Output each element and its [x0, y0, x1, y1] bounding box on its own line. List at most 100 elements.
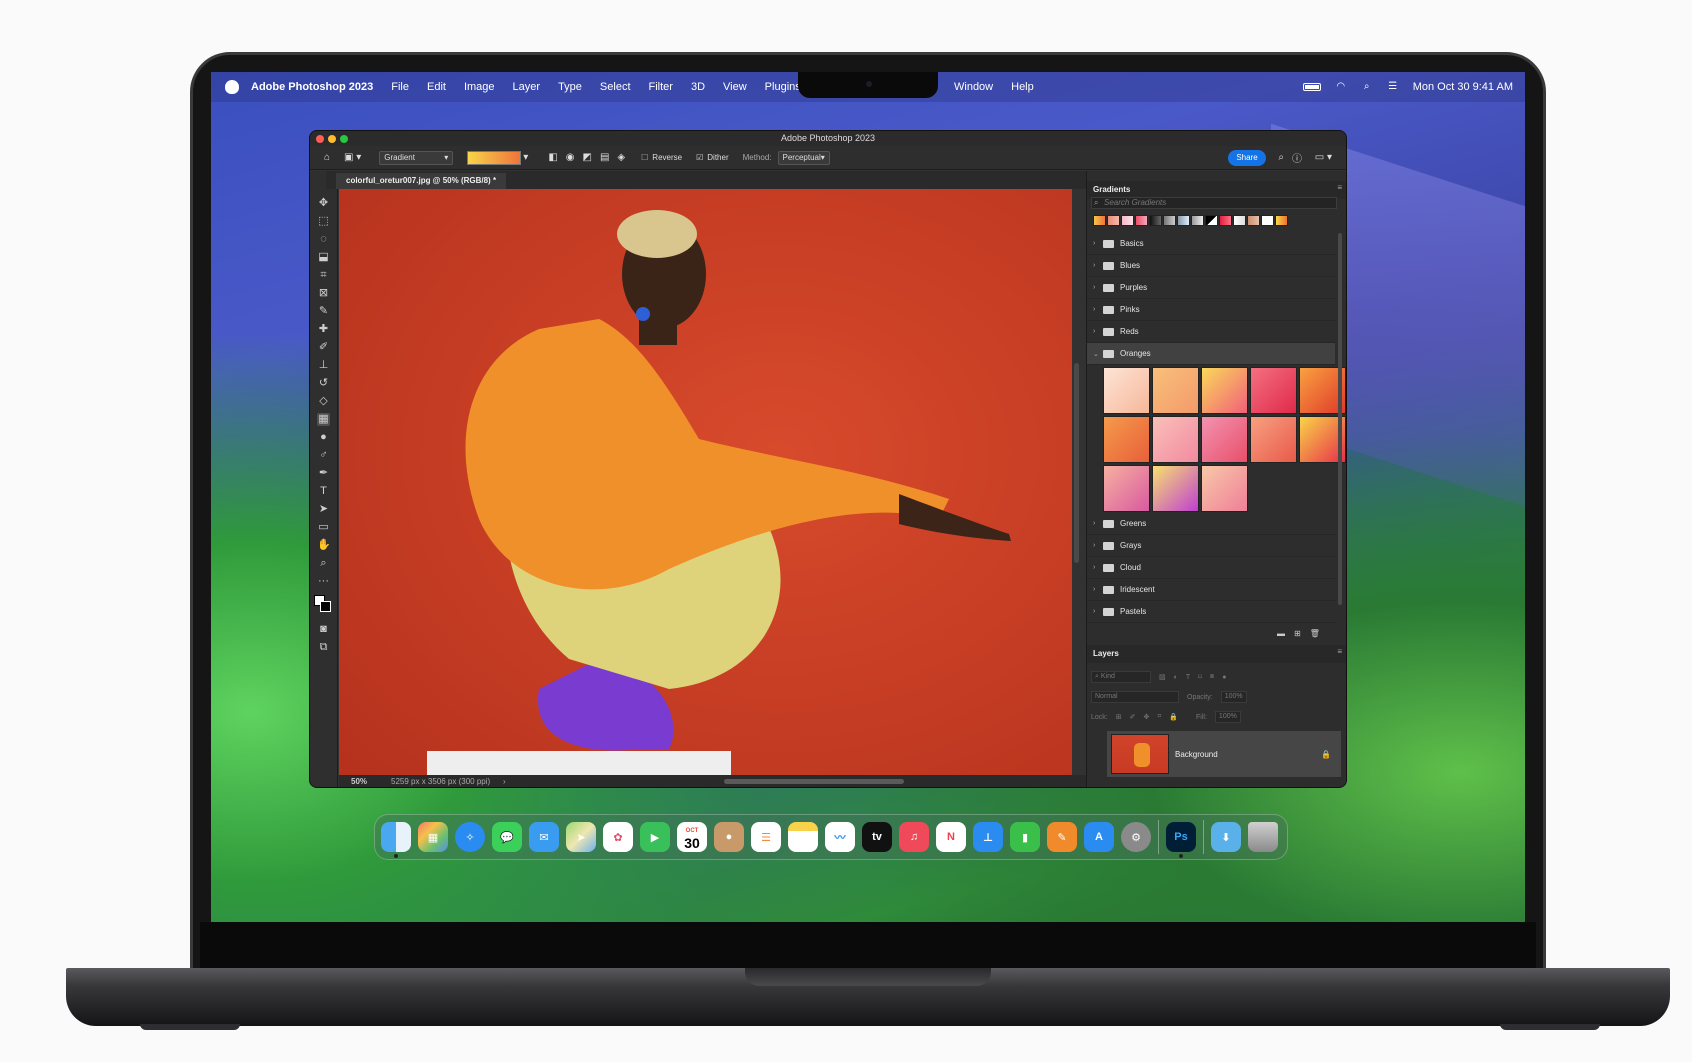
panel-menu-icon[interactable]: ≡ [1337, 183, 1342, 192]
background-color[interactable] [320, 601, 331, 612]
app-menu[interactable]: Adobe Photoshop 2023 [251, 81, 373, 93]
gradient-swatch[interactable] [1201, 416, 1248, 463]
menu-3d[interactable]: 3D [691, 81, 705, 93]
eyedropper-tool-icon[interactable]: ✎ [317, 305, 330, 318]
contacts-icon[interactable]: ● [714, 822, 744, 852]
recent-gradient-swatch[interactable] [1275, 215, 1288, 226]
control-center-icon[interactable]: ☰ [1387, 82, 1399, 92]
brush-tool-icon[interactable]: ✐ [317, 341, 330, 354]
minimize-window-icon[interactable] [328, 135, 336, 143]
menu-edit[interactable]: Edit [427, 81, 446, 93]
zoom-tool-icon[interactable]: ⌕ [317, 557, 330, 570]
app-store-icon[interactable]: A [1084, 822, 1114, 852]
type-tool-icon[interactable]: T [317, 485, 330, 498]
more-tools-icon[interactable]: ··· [317, 575, 330, 588]
menu-filter[interactable]: Filter [649, 81, 673, 93]
reflected-gradient-icon[interactable]: ▤ [600, 152, 609, 163]
menu-layer[interactable]: Layer [513, 81, 541, 93]
spotlight-search-icon[interactable]: ⌕ [1361, 82, 1373, 92]
rectangle-tool-icon[interactable]: ▭ [317, 521, 330, 534]
clock[interactable]: Mon Oct 30 9:41 AM [1413, 81, 1513, 93]
layer-filter-select[interactable]: ⌕ Kind [1091, 671, 1151, 683]
filter-toggle-icon[interactable]: ● [1222, 674, 1226, 681]
system-settings-icon[interactable]: ⚙ [1121, 822, 1151, 852]
gradient-preview-swatch[interactable] [467, 150, 522, 165]
trash-icon[interactable] [1248, 822, 1278, 852]
menu-image[interactable]: Image [464, 81, 495, 93]
gradient-folder-pastels[interactable]: › Pastels [1087, 601, 1335, 623]
menu-file[interactable]: File [391, 81, 409, 93]
recent-gradient-swatch[interactable] [1191, 215, 1204, 226]
radial-gradient-icon[interactable]: ◉ [566, 152, 575, 163]
recent-gradient-swatch[interactable] [1135, 215, 1148, 226]
keynote-icon[interactable]: ⊥ [973, 822, 1003, 852]
blend-mode-select[interactable]: Normal [1091, 691, 1179, 703]
crop-tool-icon[interactable]: ⌗ [317, 269, 330, 282]
object-selection-tool-icon[interactable]: ⬓ [317, 251, 330, 264]
new-gradient-icon[interactable]: ⊞ [1294, 629, 1301, 638]
menu-view[interactable]: View [723, 81, 747, 93]
canvas-horizontal-scrollbar[interactable] [724, 779, 904, 784]
eraser-tool-icon[interactable]: ◇ [317, 395, 330, 408]
recent-gradient-swatch[interactable] [1261, 215, 1274, 226]
pages-icon[interactable]: ✎ [1047, 822, 1077, 852]
adjustment-filter-icon[interactable]: ◐ [1174, 674, 1178, 681]
gradient-folder-iridescent[interactable]: › Iridescent [1087, 579, 1335, 601]
launchpad-icon[interactable]: ▦ [418, 822, 448, 852]
home-icon[interactable]: ⌂ [324, 152, 330, 163]
frame-tool-icon[interactable]: ⊠ [317, 287, 330, 300]
notes-icon[interactable] [788, 822, 818, 852]
delete-icon[interactable]: 🗑 [1310, 629, 1320, 638]
path-selection-tool-icon[interactable]: ➤ [317, 503, 330, 516]
gradient-swatch[interactable] [1103, 367, 1150, 414]
gradient-swatch[interactable] [1250, 367, 1297, 414]
menu-help[interactable]: Help [1011, 81, 1034, 93]
gradient-folder-oranges[interactable]: ⌄ Oranges [1087, 343, 1335, 365]
gradient-folder-greens[interactable]: › Greens [1087, 513, 1335, 535]
gradient-folder-reds[interactable]: › Reds [1087, 321, 1335, 343]
music-icon[interactable]: ♫ [899, 822, 929, 852]
reverse-checkbox[interactable]: ☐ [641, 153, 648, 162]
new-folder-icon[interactable]: ▬ [1277, 629, 1285, 638]
screen-mode-icon[interactable]: ⧉ [317, 641, 330, 654]
mail-icon[interactable]: ✉ [529, 822, 559, 852]
menu-window[interactable]: Window [954, 81, 993, 93]
blur-tool-icon[interactable]: ● [317, 431, 330, 444]
menu-plugins[interactable]: Plugins [765, 81, 801, 93]
freeform-icon[interactable]: 〰 [825, 822, 855, 852]
quick-mask-icon[interactable]: ◙ [317, 623, 330, 636]
downloads-folder-icon[interactable]: ⬇ [1211, 822, 1241, 852]
canvas-vertical-scrollbar[interactable] [1074, 363, 1079, 563]
gradient-folder-cloud[interactable]: › Cloud [1087, 557, 1335, 579]
dodge-tool-icon[interactable]: ♂ [317, 449, 330, 462]
recent-gradient-swatch[interactable] [1233, 215, 1246, 226]
color-swatches-icon[interactable] [314, 595, 332, 613]
workspace-icon[interactable]: ▭ ▾ [1315, 152, 1332, 163]
dither-checkbox[interactable]: ☑ [696, 153, 703, 162]
recent-gradient-swatch[interactable] [1149, 215, 1162, 226]
marquee-tool-icon[interactable]: ⬚ [317, 215, 330, 228]
document-tab[interactable]: colorful_oretur007.jpg @ 50% (RGB/8) * [336, 173, 507, 189]
recent-gradient-swatch[interactable] [1093, 215, 1106, 226]
help-icon[interactable]: ⓘ [1292, 150, 1302, 165]
linear-gradient-icon[interactable]: ◧ [548, 152, 557, 163]
clone-stamp-tool-icon[interactable]: ⊥ [317, 359, 330, 372]
gradient-folder-blues[interactable]: › Blues [1087, 255, 1335, 277]
lock-position-icon[interactable]: ✥ [1143, 713, 1149, 721]
healing-brush-tool-icon[interactable]: ✚ [317, 323, 330, 336]
battery-icon[interactable] [1302, 83, 1321, 91]
move-tool-icon[interactable]: ✥ [317, 197, 330, 210]
facetime-icon[interactable]: ▶ [640, 822, 670, 852]
calendar-icon[interactable]: OCT 30 [677, 822, 707, 852]
angle-gradient-icon[interactable]: ◩ [583, 152, 592, 163]
lock-transparency-icon[interactable]: ⊞ [1116, 713, 1122, 721]
zoom-level[interactable]: 50% [351, 775, 367, 787]
photoshop-icon[interactable]: Ps [1166, 822, 1196, 858]
gradient-folder-pinks[interactable]: › Pinks [1087, 299, 1335, 321]
gradient-swatch[interactable] [1250, 416, 1297, 463]
chevron-right-icon[interactable]: › [503, 775, 506, 787]
shape-filter-icon[interactable]: ⌑ [1198, 673, 1202, 681]
gradient-folder-purples[interactable]: › Purples [1087, 277, 1335, 299]
reminders-icon[interactable]: ☰ [751, 822, 781, 852]
pixel-filter-icon[interactable]: ▨ [1159, 673, 1166, 681]
